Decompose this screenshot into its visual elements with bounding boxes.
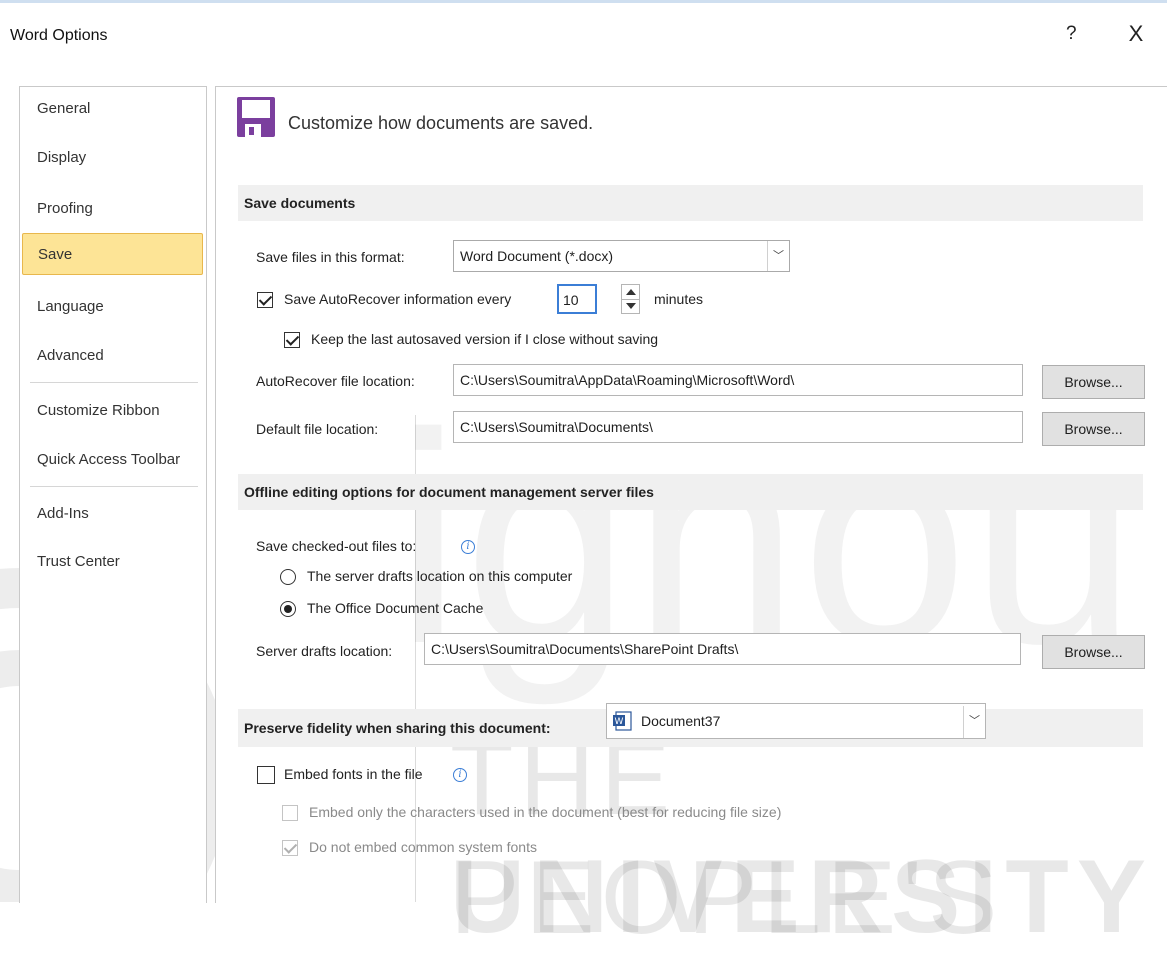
sidebar-item-language[interactable]: Language [20, 287, 202, 327]
sidebar-item-save[interactable]: Save [22, 233, 203, 275]
title-bar: Word Options ? X [0, 3, 1167, 71]
sidebar-item-trust-center[interactable]: Trust Center [20, 542, 202, 582]
sidebar-item-quick-access-toolbar[interactable]: Quick Access Toolbar [20, 440, 202, 480]
section-offline-editing: Offline editing options for document man… [238, 474, 1143, 510]
browse-default-button[interactable]: Browse... [1042, 412, 1145, 446]
save-options-panel: Customize how documents are saved. Save … [215, 86, 1167, 903]
server-drafts-location-input[interactable]: C:\Users\Soumitra\Documents\SharePoint D… [424, 633, 1021, 665]
help-button[interactable]: ? [1066, 23, 1077, 45]
sidebar-item-customize-ribbon[interactable]: Customize Ribbon [20, 391, 202, 431]
server-drafts-location-label: Server drafts location: [256, 643, 393, 659]
no-common-fonts-checkbox [282, 840, 298, 856]
info-icon: i [461, 540, 475, 554]
browse-server-drafts-button[interactable]: Browse... [1042, 635, 1145, 669]
document-cache-radio[interactable] [280, 601, 296, 617]
sidebar-divider [30, 486, 198, 487]
document-cache-option-label: The Office Document Cache [307, 600, 484, 616]
fidelity-document-select[interactable]: W Document37 ﹀ [606, 703, 986, 739]
format-label: Save files in this format: [256, 249, 405, 265]
spin-up-icon[interactable] [626, 289, 636, 295]
format-select-value: Word Document (*.docx) [460, 248, 614, 264]
sidebar-item-display[interactable]: Display [20, 138, 202, 178]
keep-last-label: Keep the last autosaved version if I clo… [311, 331, 659, 347]
window-title: Word Options [10, 27, 108, 44]
embed-only-label: Embed only the characters used in the do… [309, 804, 782, 820]
checked-out-label: Save checked-out files to: [256, 538, 417, 554]
server-drafts-radio[interactable] [280, 569, 296, 585]
options-sidebar: General Display Proofing Save Language A… [19, 86, 207, 903]
section-save-documents: Save documents [238, 185, 1143, 221]
minutes-spinner[interactable] [621, 284, 640, 314]
svg-text:W: W [615, 717, 624, 727]
format-select[interactable]: Word Document (*.docx) ﹀ [453, 240, 790, 272]
minutes-label: minutes [654, 291, 704, 307]
autorecover-minutes-input[interactable]: 10 [557, 284, 597, 314]
embed-fonts-checkbox[interactable] [257, 766, 275, 784]
close-button[interactable]: X [1122, 21, 1150, 47]
default-location-label: Default file location: [256, 421, 379, 437]
keep-last-checkbox[interactable] [284, 332, 300, 348]
browse-autorecover-button[interactable]: Browse... [1042, 365, 1145, 399]
server-drafts-option-label: The server drafts location on this compu… [307, 568, 573, 584]
default-location-input[interactable]: C:\Users\Soumitra\Documents\ [453, 411, 1023, 443]
embed-fonts-label: Embed fonts in the file [284, 766, 423, 782]
word-document-icon: W [613, 711, 632, 731]
page-heading: Customize how documents are saved. [288, 113, 594, 133]
sidebar-item-advanced[interactable]: Advanced [20, 336, 202, 376]
chevron-down-icon: ﹀ [963, 706, 985, 738]
no-common-fonts-label: Do not embed common system fonts [309, 839, 537, 855]
info-icon: i [453, 768, 467, 782]
floppy-disk-icon [237, 97, 275, 137]
embed-only-checkbox [282, 805, 298, 821]
sidebar-divider [30, 382, 198, 383]
fidelity-document-value: Document37 [641, 713, 721, 729]
autorecover-location-input[interactable]: C:\Users\Soumitra\AppData\Roaming\Micros… [453, 364, 1023, 396]
autorecover-label: Save AutoRecover information every [284, 291, 512, 307]
autorecover-checkbox[interactable] [257, 292, 273, 308]
autorecover-location-label: AutoRecover file location: [256, 373, 415, 389]
sidebar-item-add-ins[interactable]: Add-Ins [20, 494, 202, 534]
spin-down-icon[interactable] [626, 303, 636, 309]
sidebar-item-proofing[interactable]: Proofing [20, 189, 202, 229]
sidebar-item-general[interactable]: General [20, 89, 202, 129]
chevron-down-icon: ﹀ [767, 241, 789, 271]
